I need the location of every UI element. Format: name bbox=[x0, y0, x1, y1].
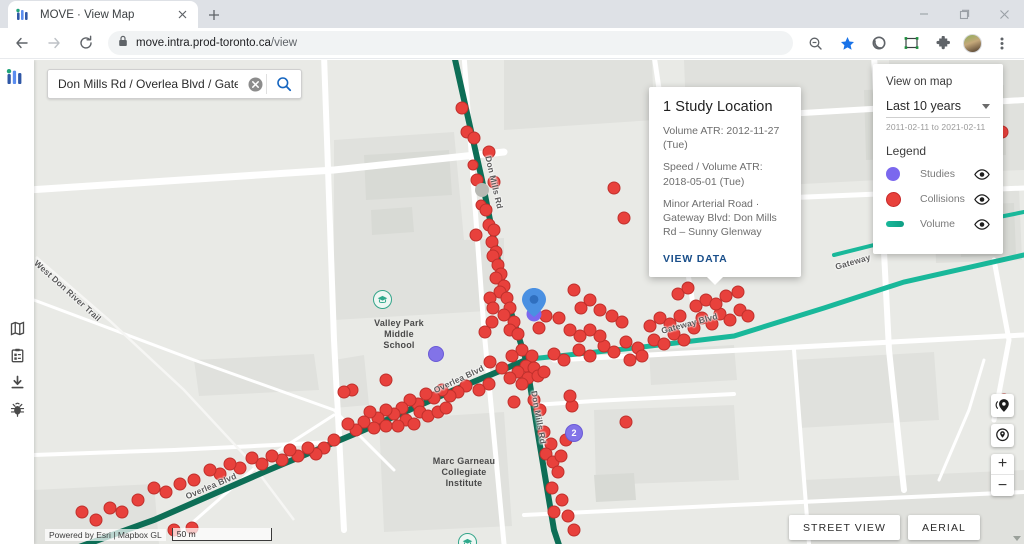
close-button[interactable] bbox=[984, 0, 1024, 28]
puzzle-icon[interactable] bbox=[929, 29, 957, 57]
browser-tab-title: MOVE · View Map bbox=[40, 8, 135, 21]
close-icon[interactable] bbox=[174, 7, 190, 23]
legend-title: Legend bbox=[886, 144, 927, 158]
aerial-button[interactable]: AERIAL bbox=[908, 515, 980, 540]
sidebar-actions bbox=[5, 316, 29, 424]
maximize-button[interactable] bbox=[944, 0, 984, 28]
volume-swatch-icon bbox=[886, 221, 914, 227]
date-range-text: 2011-02-11 to 2021-02-11 bbox=[886, 122, 986, 132]
toolbar-actions bbox=[799, 29, 1018, 57]
street-view-button[interactable]: STREET VIEW bbox=[788, 515, 901, 540]
scroll-down-caret-icon[interactable] bbox=[1013, 536, 1021, 541]
clear-circle-icon[interactable] bbox=[244, 69, 266, 99]
popup-speed-volume-atr: Speed / Volume ATR: 2018-05-01 (Tue) bbox=[663, 161, 763, 188]
legend-item-label: Volume bbox=[920, 218, 956, 230]
legend-item-label: Studies bbox=[920, 168, 956, 180]
search-input[interactable] bbox=[48, 77, 244, 91]
map-control-stack: + − bbox=[991, 394, 1014, 496]
back-arrow-icon[interactable] bbox=[8, 29, 36, 57]
date-range-select[interactable]: Last 10 years bbox=[886, 99, 990, 118]
popup-volume-atr: Volume ATR: 2012-11-27 (Tue) bbox=[663, 125, 780, 152]
address-bar[interactable]: move.intra.prod-toronto.ca/view bbox=[108, 31, 793, 55]
account-avatar[interactable] bbox=[963, 33, 982, 53]
cast-icon[interactable] bbox=[897, 29, 925, 57]
new-tab-button[interactable] bbox=[200, 1, 228, 28]
legend-panel: View on map Last 10 years 2011-02-11 to … bbox=[873, 64, 1003, 254]
reload-icon[interactable] bbox=[72, 29, 100, 57]
selected-study-pin[interactable] bbox=[520, 286, 548, 327]
browser-titlebar: MOVE · View Map bbox=[0, 0, 1024, 28]
poi-icon-valley-park bbox=[373, 290, 392, 309]
zoom-control-group: + − bbox=[991, 454, 1014, 496]
sidebar-item-map[interactable] bbox=[5, 316, 29, 340]
eye-icon[interactable] bbox=[974, 218, 990, 230]
legend-item-volume[interactable]: Volume bbox=[886, 216, 990, 232]
sidebar-item-requests[interactable] bbox=[5, 343, 29, 367]
popup-title: 1 Study Location bbox=[663, 99, 773, 115]
location-search-box[interactable] bbox=[47, 69, 302, 99]
popup-road-description: Minor Arterial Road · Gateway Blvd: Don … bbox=[663, 197, 777, 239]
date-range-select-value: Last 10 years bbox=[886, 99, 962, 113]
magnifier-minus-icon[interactable] bbox=[801, 29, 829, 57]
url-text: move.intra.prod-toronto.ca/view bbox=[136, 37, 297, 49]
browser-tab[interactable]: MOVE · View Map bbox=[8, 1, 198, 28]
window-controls bbox=[904, 0, 1024, 28]
collisions-swatch-icon bbox=[886, 191, 914, 207]
lock-icon bbox=[118, 34, 128, 52]
map-view-buttons: STREET VIEW AERIAL bbox=[781, 515, 980, 540]
url-path: /view bbox=[270, 37, 298, 49]
study-cluster-count: 2 bbox=[571, 428, 577, 438]
bookmark-star-icon[interactable] bbox=[833, 29, 861, 57]
view-data-link[interactable]: VIEW DATA bbox=[663, 253, 728, 265]
sidebar-item-debug[interactable] bbox=[5, 397, 29, 421]
attribution-text: Powered by Esri | Mapbox GL bbox=[45, 528, 166, 541]
zoom-out-button[interactable]: − bbox=[991, 475, 1014, 496]
move-logo-icon[interactable] bbox=[6, 68, 28, 86]
legend-panel-title: View on map bbox=[886, 76, 953, 88]
legend-item-label: Collisions bbox=[920, 193, 965, 205]
sidebar-item-download[interactable] bbox=[5, 370, 29, 394]
locate-button[interactable] bbox=[991, 394, 1014, 417]
kebab-menu-icon[interactable] bbox=[988, 29, 1016, 57]
url-host: move.intra.prod-toronto.ca bbox=[136, 37, 271, 49]
study-location-popup: 1 Study Location Volume ATR: 2012-11-27 … bbox=[649, 87, 801, 286]
profile-circle-icon[interactable] bbox=[865, 29, 893, 57]
move-app: Don Mills Rd Don Mills Rd Overlea Blvd O… bbox=[0, 60, 1024, 544]
eye-icon[interactable] bbox=[974, 168, 990, 180]
browser-toolbar: move.intra.prod-toronto.ca/view bbox=[0, 28, 1024, 59]
studies-swatch-icon bbox=[886, 167, 914, 181]
legend-item-studies[interactable]: Studies bbox=[886, 166, 990, 182]
legend-item-collisions[interactable]: Collisions bbox=[886, 191, 990, 207]
chevron-down-icon bbox=[982, 103, 990, 109]
popup-tail bbox=[707, 277, 723, 286]
map-attribution: Powered by Esri | Mapbox GL 50 m bbox=[45, 528, 272, 541]
map-canvas[interactable]: Don Mills Rd Don Mills Rd Overlea Blvd O… bbox=[34, 60, 1024, 544]
search-icon[interactable] bbox=[267, 69, 301, 99]
study-dot-overlea[interactable] bbox=[428, 346, 444, 362]
move-logo-icon bbox=[16, 8, 32, 22]
map-scale-bar: 50 m bbox=[171, 528, 272, 541]
study-cluster-marker[interactable]: 2 bbox=[565, 424, 583, 442]
zoom-in-button[interactable]: + bbox=[991, 454, 1014, 475]
app-sidebar bbox=[0, 60, 34, 544]
minimize-button[interactable] bbox=[904, 0, 944, 28]
browser-window: MOVE · View Map move.intra.prod-toronto.… bbox=[0, 0, 1024, 544]
forward-arrow-icon[interactable] bbox=[40, 29, 68, 57]
center-map-button[interactable] bbox=[991, 424, 1014, 447]
eye-icon[interactable] bbox=[974, 193, 990, 205]
